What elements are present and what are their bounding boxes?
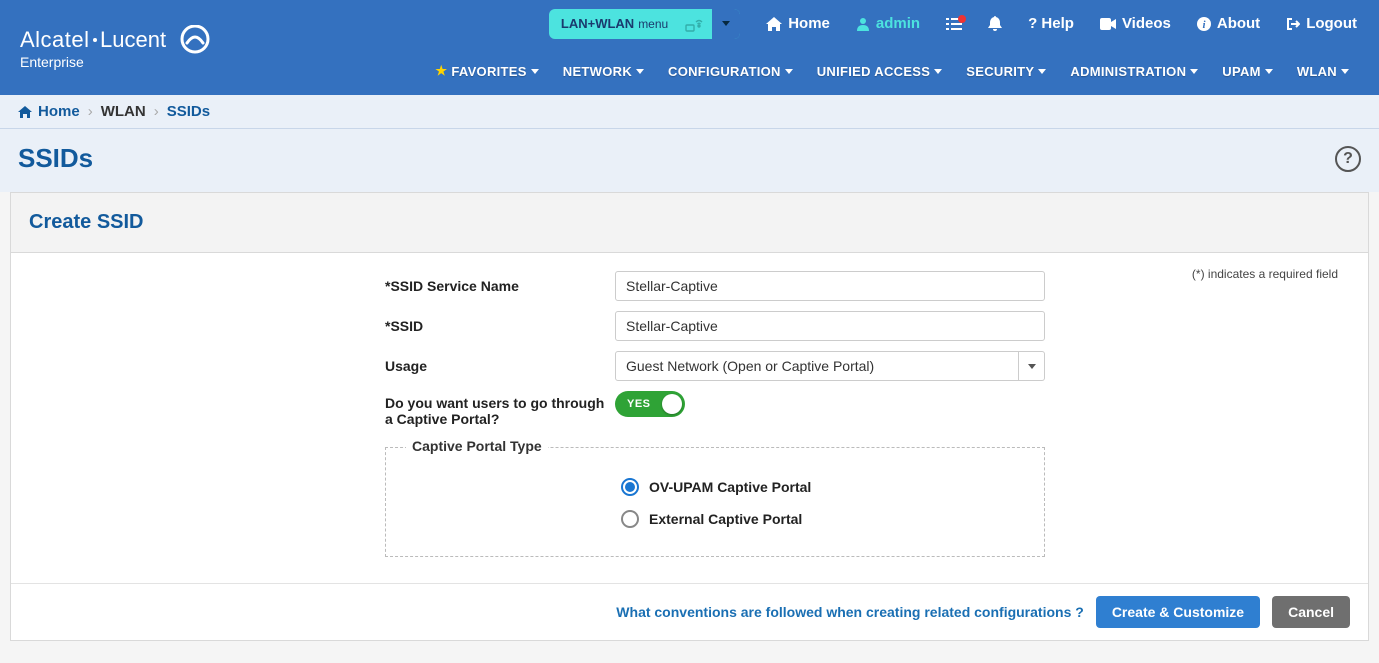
required-note: (*) indicates a required field	[1192, 267, 1338, 281]
breadcrumb-ssids[interactable]: SSIDs	[167, 103, 210, 120]
notification-dot	[958, 15, 966, 23]
mode-label-suffix: menu	[638, 17, 668, 31]
radio-external[interactable]: External Captive Portal	[621, 510, 1024, 528]
home-icon	[766, 17, 782, 31]
toggle-text: YES	[627, 398, 651, 410]
radio-ov-upam-label: OV-UPAM Captive Portal	[649, 479, 811, 495]
menu-upam[interactable]: UPAM	[1222, 64, 1273, 79]
logout-label: Logout	[1306, 15, 1357, 32]
lan-wlan-icon	[680, 9, 712, 39]
breadcrumb-ssids-label: SSIDs	[167, 103, 210, 120]
menu-unified-access[interactable]: UNIFIED ACCESS	[817, 64, 943, 79]
usage-label: Usage	[385, 358, 615, 374]
brand-logo: Alcatel Lucent Enterprise	[0, 0, 350, 95]
svg-text:Alcatel: Alcatel	[20, 27, 90, 52]
chevron-down-icon	[785, 69, 793, 74]
logout-link[interactable]: Logout	[1274, 11, 1369, 36]
menu-configuration[interactable]: CONFIGURATION	[668, 64, 793, 79]
captive-portal-type-fieldset: Captive Portal Type OV-UPAM Captive Port…	[385, 447, 1045, 557]
user-icon	[856, 17, 870, 31]
menu-security[interactable]: SECURITY	[966, 64, 1046, 79]
toggle-knob	[662, 394, 682, 414]
breadcrumb-home[interactable]: Home	[18, 103, 80, 120]
videos-label: Videos	[1122, 15, 1171, 32]
mode-selector[interactable]: LAN+WLAN menu	[549, 9, 740, 39]
ssid-label: *SSID	[385, 318, 615, 334]
ssid-service-name-input[interactable]	[615, 271, 1045, 301]
menu-label: WLAN	[1297, 64, 1337, 79]
info-icon: i	[1197, 17, 1211, 31]
radio-ov-upam[interactable]: OV-UPAM Captive Portal	[621, 478, 1024, 496]
radio-external-label: External Captive Portal	[649, 511, 802, 527]
breadcrumb: Home › WLAN › SSIDs	[0, 95, 1379, 129]
ssid-service-name-label: *SSID Service Name	[385, 278, 615, 294]
usage-select-display[interactable]: Guest Network (Open or Captive Portal)	[615, 351, 1019, 381]
bell-icon	[988, 16, 1002, 32]
chevron-down-icon	[1341, 69, 1349, 74]
help-button[interactable]: ?	[1335, 146, 1361, 172]
video-icon	[1100, 18, 1116, 30]
menu-label: ADMINISTRATION	[1070, 64, 1186, 79]
admin-label: admin	[876, 15, 920, 32]
menu-wlan[interactable]: WLAN	[1297, 64, 1349, 79]
menu-favorites[interactable]: ★ FAVORITES	[435, 63, 538, 79]
panel-title: Create SSID	[11, 193, 1368, 253]
svg-text:Lucent: Lucent	[100, 27, 166, 52]
home-label: Home	[788, 15, 830, 32]
breadcrumb-separator: ›	[88, 103, 93, 120]
chevron-down-icon	[1038, 69, 1046, 74]
chevron-down-icon	[1265, 69, 1273, 74]
title-row: SSIDs ?	[0, 129, 1379, 192]
menu-network[interactable]: NETWORK	[563, 64, 644, 79]
main-menubar: ★ FAVORITES NETWORK CONFIGURATION UNIFIE…	[350, 47, 1379, 95]
menu-label: SECURITY	[966, 64, 1034, 79]
radio-icon	[621, 510, 639, 528]
about-label: About	[1217, 15, 1260, 32]
cancel-button[interactable]: Cancel	[1272, 596, 1350, 628]
chevron-down-icon	[1028, 364, 1036, 369]
fieldset-legend: Captive Portal Type	[406, 438, 548, 454]
help-label: ? Help	[1028, 15, 1074, 32]
create-ssid-panel: Create SSID (*) indicates a required fie…	[10, 192, 1369, 641]
star-icon: ★	[435, 63, 447, 79]
usage-select-caret[interactable]	[1019, 351, 1045, 381]
conventions-link[interactable]: What conventions are followed when creat…	[616, 604, 1084, 620]
menu-label: UNIFIED ACCESS	[817, 64, 931, 79]
alerts-link[interactable]	[976, 12, 1014, 36]
chevron-down-icon	[636, 69, 644, 74]
chevron-down-icon	[531, 69, 539, 74]
mode-caret[interactable]	[712, 9, 740, 39]
mode-label-text: LAN+WLAN	[561, 16, 634, 31]
home-link[interactable]: Home	[754, 11, 842, 36]
chevron-down-icon	[722, 21, 730, 26]
chevron-down-icon	[1190, 69, 1198, 74]
tasks-link[interactable]	[934, 13, 974, 35]
home-icon	[18, 106, 32, 118]
chevron-down-icon	[934, 69, 942, 74]
videos-link[interactable]: Videos	[1088, 11, 1183, 36]
panel-footer: What conventions are followed when creat…	[11, 583, 1368, 640]
breadcrumb-wlan: WLAN	[101, 103, 146, 120]
page-title: SSIDs	[18, 143, 1335, 174]
radio-icon	[621, 478, 639, 496]
ssid-input[interactable]	[615, 311, 1045, 341]
breadcrumb-home-label: Home	[38, 103, 80, 120]
menu-label: NETWORK	[563, 64, 632, 79]
captive-portal-toggle[interactable]: YES	[615, 391, 685, 417]
admin-link[interactable]: admin	[844, 11, 932, 36]
brand-subtext: Enterprise	[20, 54, 84, 70]
menu-administration[interactable]: ADMINISTRATION	[1070, 64, 1198, 79]
create-customize-button[interactable]: Create & Customize	[1096, 596, 1260, 628]
app-header: Alcatel Lucent Enterprise LAN+WLAN menu	[0, 0, 1379, 95]
captive-question-label: Do you want users to go through a Captiv…	[385, 391, 615, 427]
help-link[interactable]: ? Help	[1016, 11, 1086, 36]
question-icon: ?	[1343, 150, 1353, 168]
top-utility-bar: LAN+WLAN menu Home a	[350, 0, 1379, 47]
about-link[interactable]: i About	[1185, 11, 1272, 36]
menu-label: UPAM	[1222, 64, 1261, 79]
menu-label: FAVORITES	[451, 64, 526, 79]
menu-label: CONFIGURATION	[668, 64, 781, 79]
logout-icon	[1286, 17, 1300, 31]
breadcrumb-separator: ›	[154, 103, 159, 120]
